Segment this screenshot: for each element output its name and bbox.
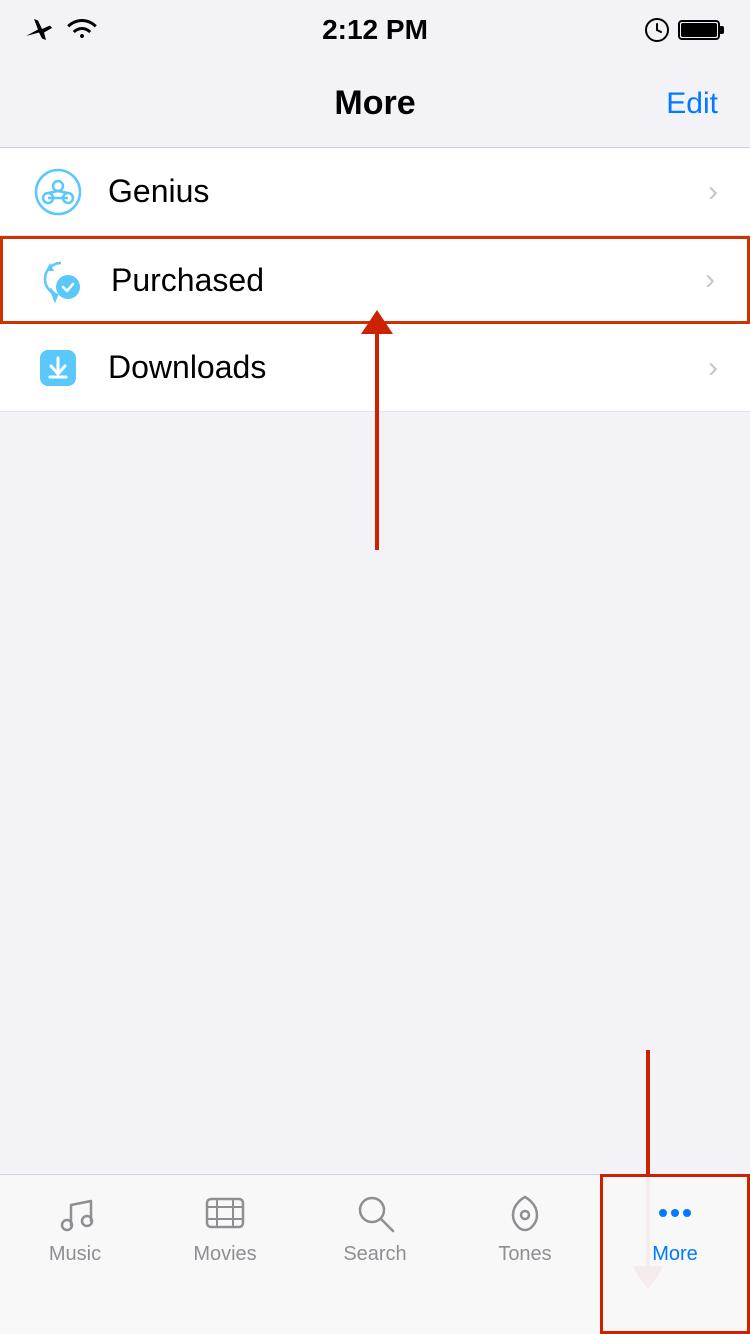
tab-music-label: Music — [49, 1243, 101, 1266]
music-icon — [53, 1191, 97, 1235]
tones-icon — [503, 1191, 547, 1235]
edit-button[interactable]: Edit — [666, 87, 718, 121]
nav-bar: More Edit — [0, 60, 750, 148]
purchased-label: Purchased — [111, 262, 705, 299]
downloads-label: Downloads — [108, 349, 708, 386]
purchased-chevron: › — [705, 263, 715, 297]
tab-tones[interactable]: Tones — [450, 1191, 600, 1266]
wifi-icon — [66, 18, 98, 42]
status-bar-time: 2:12 PM — [322, 14, 428, 46]
tab-tones-label: Tones — [498, 1243, 551, 1266]
search-icon — [353, 1191, 397, 1235]
annotation-arrow-up — [375, 330, 379, 550]
status-bar-right — [644, 17, 726, 43]
genius-chevron: › — [708, 175, 718, 209]
genius-icon — [32, 166, 84, 218]
airplane-icon — [24, 16, 54, 44]
tab-movies-label: Movies — [193, 1243, 256, 1266]
downloads-chevron: › — [708, 351, 718, 385]
genius-label: Genius — [108, 173, 708, 210]
battery-icon — [678, 18, 726, 42]
tab-movies[interactable]: Movies — [150, 1191, 300, 1266]
genius-row[interactable]: Genius › — [0, 148, 750, 236]
status-bar-left — [24, 16, 98, 44]
tab-search-label: Search — [343, 1243, 406, 1266]
purchased-icon — [35, 254, 87, 306]
tab-search[interactable]: Search — [300, 1191, 450, 1266]
lock-rotation-icon — [644, 17, 670, 43]
tab-music[interactable]: Music — [0, 1191, 150, 1266]
movies-icon — [203, 1191, 247, 1235]
status-bar: 2:12 PM — [0, 0, 750, 60]
page-title: More — [334, 84, 415, 123]
downloads-icon — [32, 342, 84, 394]
more-tab-highlight — [600, 1174, 750, 1334]
